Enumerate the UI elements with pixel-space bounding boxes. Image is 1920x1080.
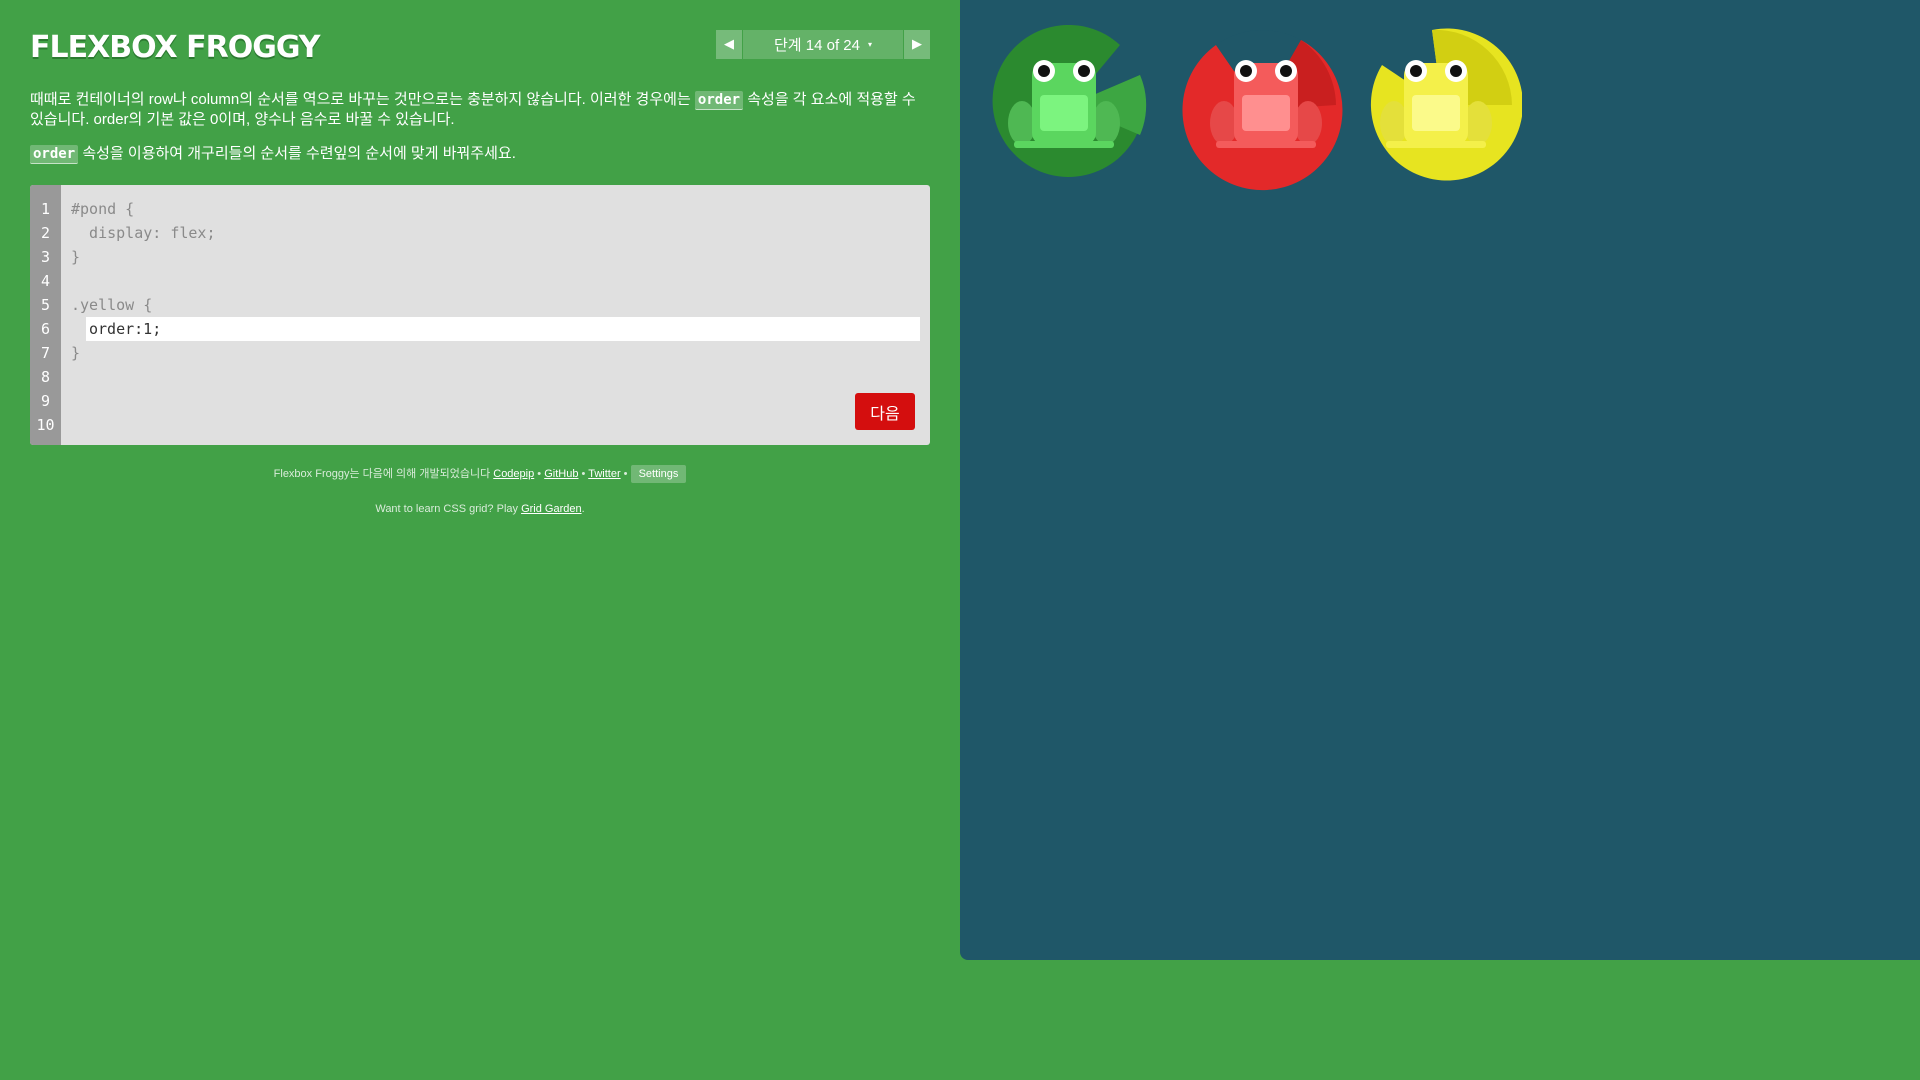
code-line: } xyxy=(71,344,81,362)
instructions-paragraph-2: order 속성을 이용하여 개구리들의 순서를 수련잎의 순서에 맞게 바꿔주… xyxy=(30,144,930,164)
code-keyword: order xyxy=(694,91,744,110)
settings-button[interactable]: Settings xyxy=(630,465,687,483)
grid-garden-promo: Want to learn CSS grid? Play Grid Garden… xyxy=(375,503,585,515)
code-line: } xyxy=(71,248,81,266)
arrow-left-icon: ◀ xyxy=(724,37,734,52)
frog-red-icon xyxy=(1210,60,1322,148)
line-number: 3 xyxy=(40,248,51,266)
line-number: 6 xyxy=(40,320,51,338)
line-number: 2 xyxy=(40,224,51,242)
code-editor: 1 2 3 4 5 6 7 8 9 10 #pond { display: fl… xyxy=(30,185,930,445)
next-button[interactable]: 다음 xyxy=(855,393,915,430)
line-number: 4 xyxy=(40,272,51,290)
line-numbers: 1 2 3 4 5 6 7 8 9 10 xyxy=(30,185,61,445)
frog-green-icon xyxy=(1008,60,1120,148)
lilypad-red xyxy=(1176,25,1362,191)
prev-level-button[interactable]: ◀ xyxy=(716,30,742,59)
instructions-paragraph-1: 때때로 컨테이너의 row나 column의 순서를 역으로 바꾸는 것만으로는… xyxy=(30,91,916,128)
next-level-button[interactable]: ▶ xyxy=(904,30,930,59)
codepip-link[interactable]: Codepip xyxy=(493,468,534,480)
code-line: display: flex; xyxy=(71,224,216,242)
level-indicator[interactable]: 단계 14 of 24 ▾ xyxy=(743,30,903,59)
pond xyxy=(960,0,1920,960)
code-area: #pond { display: flex; } .yellow { } xyxy=(71,197,920,365)
line-number: 7 xyxy=(40,344,51,362)
lilypad-yellow xyxy=(1362,25,1548,185)
twitter-link[interactable]: Twitter xyxy=(588,468,620,480)
arrow-right-icon: ▶ xyxy=(912,37,922,52)
line-number: 5 xyxy=(40,296,51,314)
github-link[interactable]: GitHub xyxy=(544,468,578,480)
level-text: 단계 14 of 24 xyxy=(774,37,860,54)
lilypad-green xyxy=(990,25,1176,185)
sidebar: FLEXBOX FROGGY ◀ 단계 14 of 24 ▾ ▶ 때때로 컨테이… xyxy=(30,0,930,515)
credits: Flexbox Froggy는 다음에 의해 개발되었습니다 Codepip •… xyxy=(30,465,930,483)
line-number: 9 xyxy=(40,392,51,410)
level-navigation: ◀ 단계 14 of 24 ▾ ▶ xyxy=(716,30,930,59)
code-answer-input[interactable] xyxy=(86,317,920,341)
frog-yellow-icon xyxy=(1380,60,1492,148)
app-logo[interactable]: FLEXBOX FROGGY xyxy=(30,30,321,65)
caret-down-icon: ▾ xyxy=(867,40,872,49)
header: FLEXBOX FROGGY ◀ 단계 14 of 24 ▾ ▶ xyxy=(30,0,930,90)
code-keyword: order xyxy=(30,145,79,164)
line-number: 10 xyxy=(36,416,55,434)
line-number: 8 xyxy=(40,368,51,386)
grid-garden-link[interactable]: Grid Garden xyxy=(521,503,582,515)
line-number: 1 xyxy=(40,200,51,218)
code-line: .yellow { xyxy=(71,296,153,314)
code-line: #pond { xyxy=(71,200,135,218)
